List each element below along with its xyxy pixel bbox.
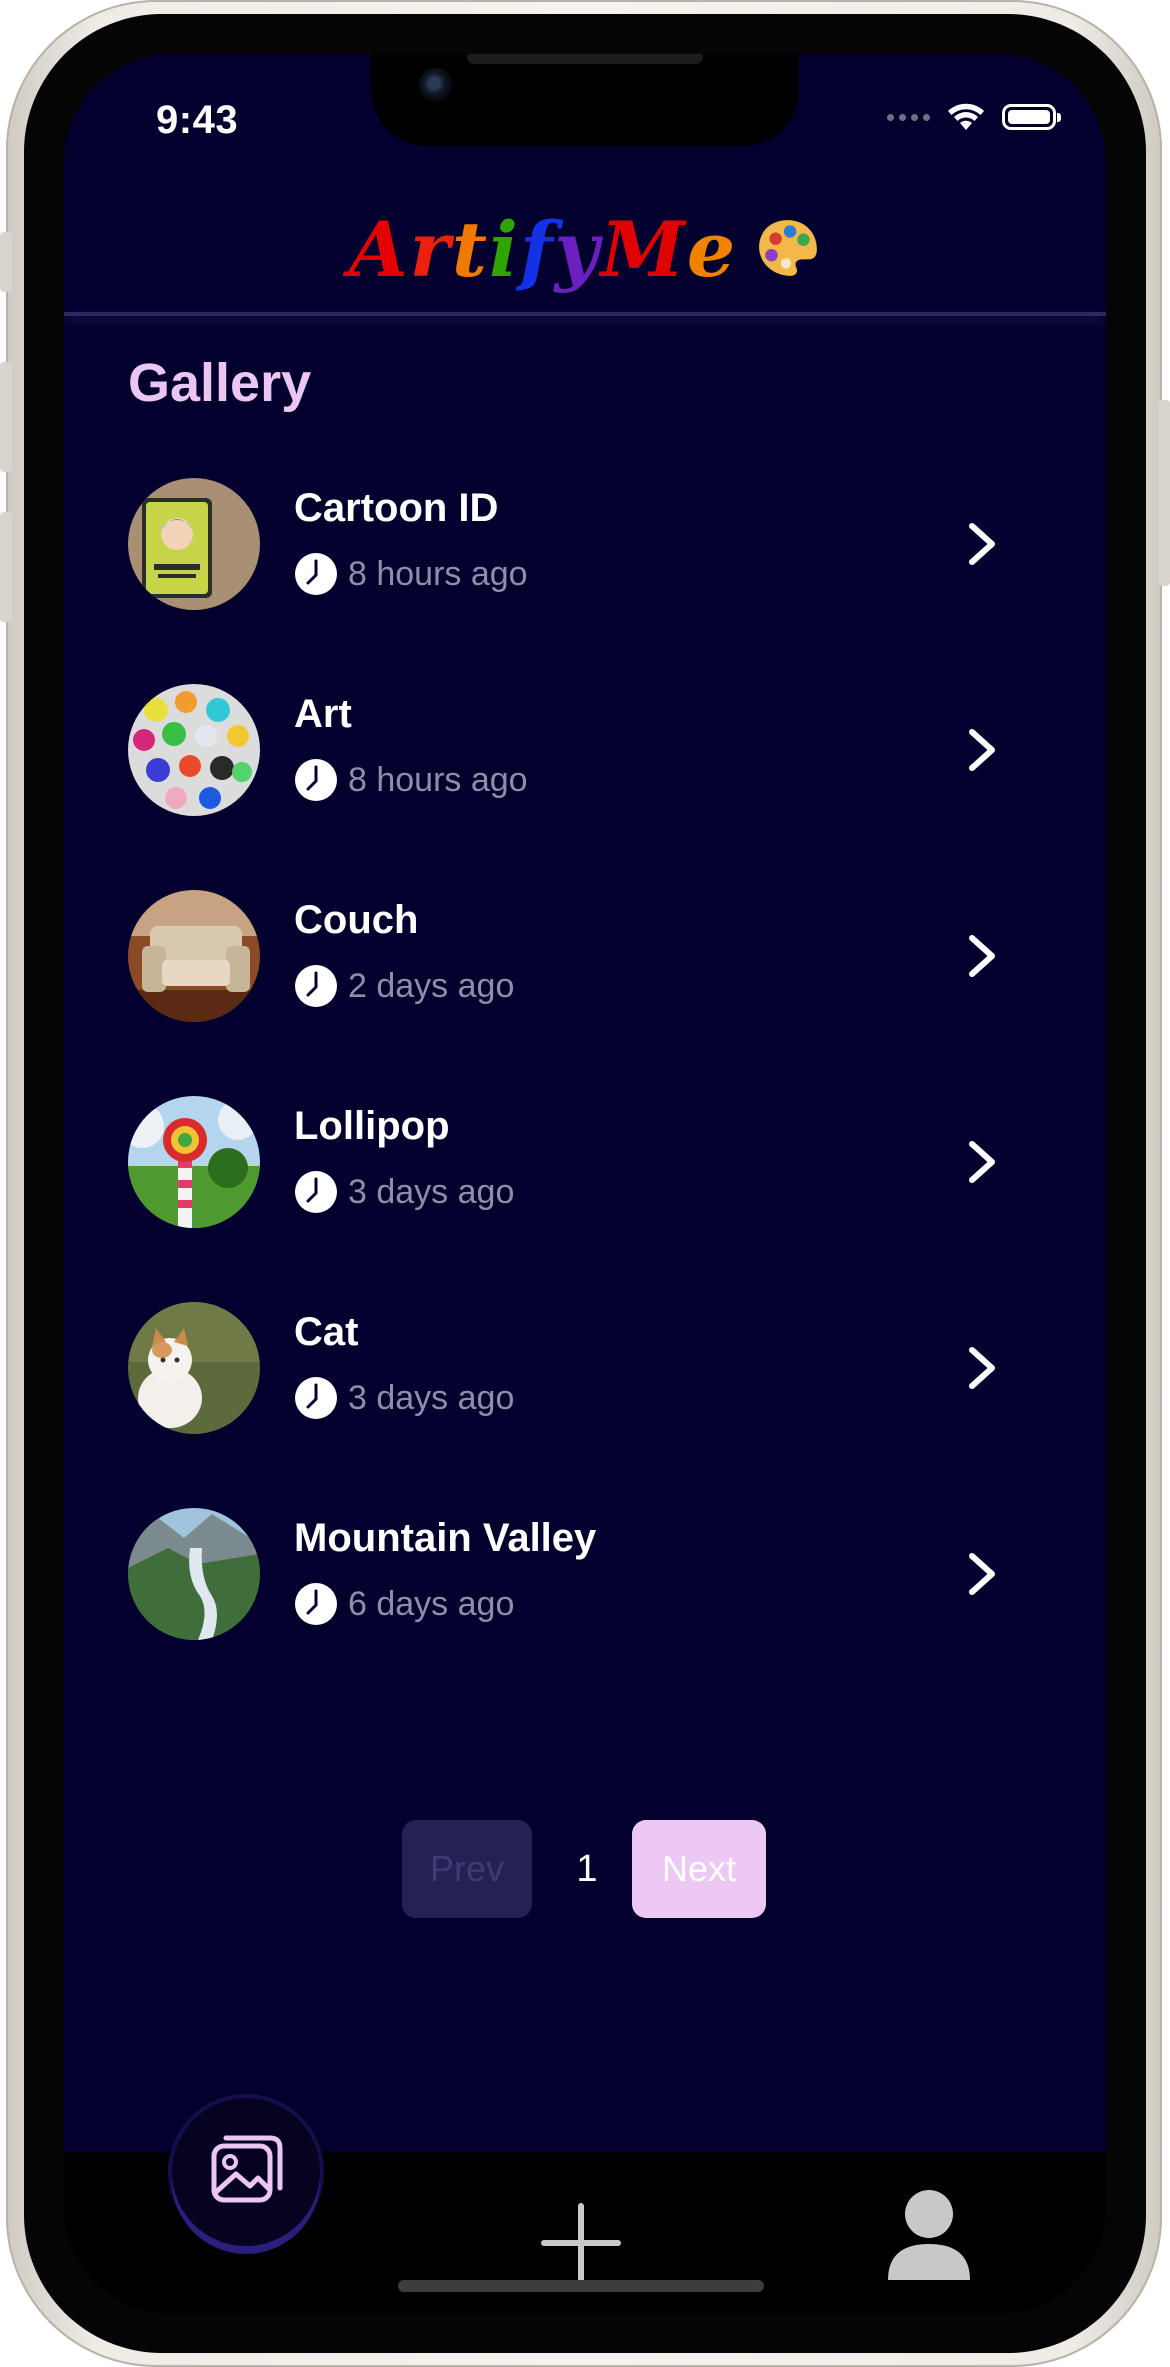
item-timestamp: 3 days ago [294, 1376, 514, 1420]
app-screen: 9:43 ArtifyMe Gallery Cartoon ID 8 hours… [64, 54, 1106, 2314]
next-page-button[interactable]: Next [632, 1820, 766, 1918]
gallery-item-mountain-valley[interactable]: Mountain Valley 6 days ago [64, 1508, 1106, 1688]
chevron-right-icon [969, 1347, 995, 1389]
clock-icon [295, 1377, 337, 1419]
gallery-item-art[interactable]: Art 8 hours ago [64, 684, 1106, 864]
item-timestamp: 3 days ago [294, 1170, 514, 1214]
volume-down-button [0, 512, 12, 622]
home-indicator [398, 2280, 764, 2292]
logo-letter: t [451, 204, 489, 294]
lollipop-thumbnail [128, 1096, 260, 1228]
status-time: 9:43 [156, 98, 239, 142]
gallery-item-couch[interactable]: Couch 2 days ago [64, 890, 1106, 1070]
item-timestamp: 2 days ago [294, 964, 514, 1008]
art-thumbnail [128, 684, 260, 816]
logo-letter: f [519, 204, 555, 294]
logo-letter: M [600, 204, 687, 294]
chevron-right-icon [969, 523, 995, 565]
battery-icon [1002, 104, 1061, 130]
item-title: Couch [294, 898, 419, 942]
plus-icon[interactable] [538, 2200, 624, 2286]
gallery-item-cat[interactable]: Cat 3 days ago [64, 1302, 1106, 1482]
page-title: Gallery [128, 353, 312, 413]
app-header: ArtifyMe [64, 184, 1106, 314]
logo-letter: A [348, 204, 410, 294]
chevron-right-icon [969, 1553, 995, 1595]
gallery-item-cartoon-id[interactable]: Cartoon ID 8 hours ago [64, 478, 1106, 658]
palette-icon [759, 220, 818, 276]
pagination: Prev 1 Next [64, 1820, 1106, 1918]
item-timestamp: 8 hours ago [294, 552, 528, 596]
clock-icon [295, 965, 337, 1007]
item-time: 8 hours ago [348, 760, 528, 799]
couch-thumbnail [128, 890, 260, 1022]
chevron-right-icon [969, 935, 995, 977]
cat-thumbnail [128, 1302, 260, 1434]
tab-gallery[interactable] [172, 2098, 320, 2246]
item-title: Cat [294, 1310, 359, 1354]
speaker-grille [467, 54, 703, 64]
item-time: 6 days ago [348, 1584, 515, 1623]
status-icons [887, 102, 1061, 132]
item-time: 3 days ago [348, 1378, 515, 1417]
clock-icon [295, 553, 337, 595]
power-button [1158, 400, 1170, 586]
wifi-icon [948, 103, 984, 130]
logo-letter: r [409, 204, 452, 294]
user-icon[interactable] [884, 2184, 974, 2284]
item-time: 2 days ago [348, 966, 515, 1005]
cartoon-id-thumbnail [128, 478, 260, 610]
item-title: Lollipop [294, 1104, 450, 1148]
app-logo: ArtifyMe [349, 205, 737, 294]
logo-letter: i [488, 204, 520, 294]
logo-letter: y [554, 204, 601, 294]
gallery-item-lollipop[interactable]: Lollipop 3 days ago [64, 1096, 1106, 1276]
clock-icon [295, 1583, 337, 1625]
clock-icon [295, 1171, 337, 1213]
prev-page-button[interactable]: Prev [402, 1820, 532, 1918]
item-title: Cartoon ID [294, 486, 499, 530]
item-title: Mountain Valley [294, 1516, 597, 1560]
cellular-signal-icon [887, 113, 930, 121]
mountain-valley-thumbnail [128, 1508, 260, 1640]
chevron-right-icon [969, 729, 995, 771]
item-timestamp: 6 days ago [294, 1582, 514, 1626]
camera-icon [419, 68, 453, 102]
item-timestamp: 8 hours ago [294, 758, 528, 802]
image-icon [211, 2135, 283, 2203]
item-time: 8 hours ago [348, 554, 528, 593]
current-page-number: 1 [576, 1848, 598, 1890]
side-button [0, 232, 12, 292]
header-divider [64, 312, 1106, 316]
item-time: 3 days ago [348, 1172, 515, 1211]
logo-letter: e [686, 204, 738, 294]
chevron-right-icon [969, 1141, 995, 1183]
clock-icon [295, 759, 337, 801]
item-title: Art [294, 692, 352, 736]
volume-up-button [0, 362, 12, 472]
notch [371, 54, 799, 146]
